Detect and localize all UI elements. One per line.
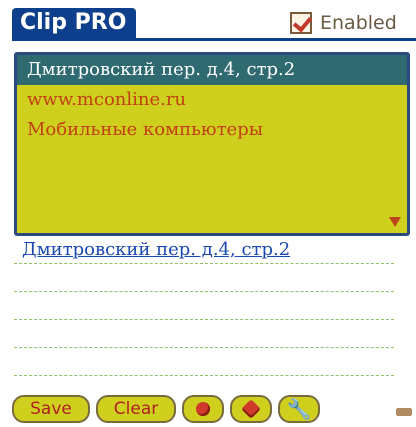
- editor-empty-line[interactable]: [14, 320, 394, 348]
- scroll-down-arrow-icon[interactable]: [389, 217, 401, 227]
- red-gem-down-icon: [241, 399, 261, 419]
- clip-list[interactable]: Дмитровский пер. д.4, стр.2 www.mconline…: [14, 52, 410, 236]
- move-up-button[interactable]: [182, 395, 224, 423]
- red-gem-up-icon: [196, 402, 210, 416]
- clear-button[interactable]: Clear: [96, 395, 176, 423]
- editor-text-line[interactable]: Дмитровский пер. д.4, стр.2: [14, 236, 394, 264]
- clip-editor[interactable]: Дмитровский пер. д.4, стр.2: [14, 236, 394, 382]
- status-indicator-icon: [396, 408, 412, 416]
- clip-item-selected[interactable]: Дмитровский пер. д.4, стр.2: [17, 55, 407, 85]
- editor-empty-line[interactable]: [14, 348, 394, 376]
- settings-button[interactable]: 🔧: [278, 395, 320, 423]
- clip-item[interactable]: www.mconline.ru: [17, 85, 407, 115]
- app-title: Clip PRO: [12, 8, 136, 38]
- editor-empty-line[interactable]: [14, 264, 394, 292]
- enabled-label: Enabled: [320, 12, 397, 34]
- enabled-toggle[interactable]: Enabled: [290, 8, 397, 38]
- save-button[interactable]: Save: [12, 395, 90, 423]
- title-divider: [12, 38, 416, 41]
- move-down-button[interactable]: [230, 395, 272, 423]
- editor-empty-line[interactable]: [14, 292, 394, 320]
- title-bar: Clip PRO Enabled: [0, 0, 416, 44]
- enabled-checkbox-icon[interactable]: [290, 12, 312, 34]
- wrench-icon: 🔧: [286, 397, 312, 421]
- toolbar: Save Clear 🔧: [12, 394, 320, 424]
- clip-item[interactable]: Мобильные компьютеры: [17, 115, 407, 145]
